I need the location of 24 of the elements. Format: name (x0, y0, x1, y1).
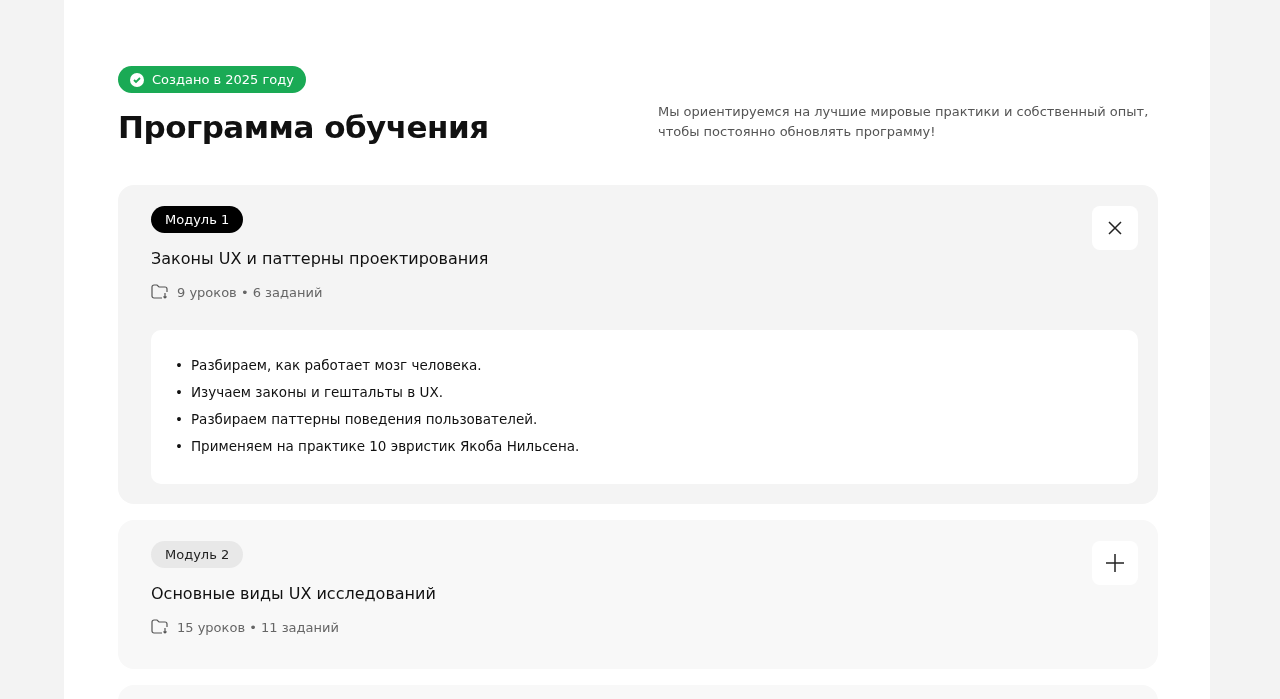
module-title: Законы UX и паттерны проектирования (151, 249, 489, 268)
close-icon (1108, 221, 1122, 235)
close-button[interactable] (1092, 206, 1138, 250)
topic-item: Разбираем, как работает мозг человека. (190, 356, 482, 375)
badge-label: Создано в 2025 году (152, 72, 294, 87)
module-title: Основные виды UX исследований (151, 584, 436, 603)
module-stats: 15 уроков • 11 заданий (177, 619, 339, 635)
page-description: Мы ориентируемся на лучшие мировые практики и собственный опыт, чтобы постоянно обновлять программу! (658, 103, 1150, 141)
topic-item: Применяем на практике 10 эвристик Якоба Нильсена. (190, 437, 580, 456)
module-tag: Модуль 2 (151, 541, 244, 568)
topic-item: Разбираем паттерны поведения пользователей. (190, 410, 538, 429)
folder-icon (151, 284, 169, 300)
module-stats: 9 уроков • 6 заданий (177, 284, 323, 300)
folder-icon (151, 619, 169, 635)
module-tag: Модуль 1 (151, 206, 244, 233)
plus-icon (1106, 554, 1124, 572)
bullet-marker: • (175, 410, 183, 429)
topic-item: Изучаем законы и гештальты в UX. (190, 383, 443, 402)
bullet-marker: • (175, 383, 183, 402)
verified-icon (130, 72, 144, 87)
expand-button[interactable] (1092, 541, 1138, 585)
bullet-marker: • (175, 356, 183, 375)
page-title: Программа обучения (118, 109, 489, 145)
bullet-marker: • (175, 437, 183, 456)
